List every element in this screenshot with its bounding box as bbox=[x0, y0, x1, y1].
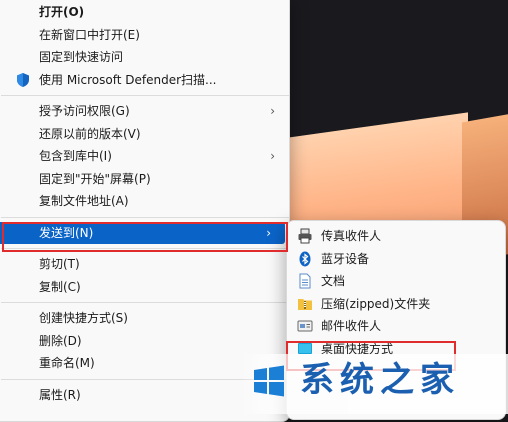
menu-item-label: 发送到(N) bbox=[39, 225, 94, 240]
send-to-mail-recipient[interactable]: 邮件收件人 bbox=[287, 315, 505, 338]
menu-item-delete[interactable]: 删除(D) bbox=[0, 330, 289, 353]
chevron-right-icon: › bbox=[270, 104, 275, 118]
menu-item-label: 打开(O) bbox=[39, 5, 85, 19]
send-to-bluetooth-device[interactable]: 蓝牙设备 bbox=[287, 248, 505, 271]
menu-item-label: 创建快捷方式(S) bbox=[39, 311, 128, 325]
menu-item-label: 属性(R) bbox=[39, 387, 81, 402]
submenu-item-label: 蓝牙设备 bbox=[321, 251, 370, 266]
windows-logo-icon bbox=[254, 365, 284, 397]
menu-item-label: 删除(D) bbox=[39, 333, 82, 348]
menu-item-label: 剪切(T) bbox=[39, 257, 80, 271]
menu-item-label: 授予访问权限(G) bbox=[39, 104, 130, 118]
chevron-right-icon: › bbox=[266, 225, 271, 240]
menu-item-label: 固定到"开始"屏幕(P) bbox=[39, 171, 151, 186]
menu-separator bbox=[1, 95, 289, 96]
send-to-documents[interactable]: 文档 bbox=[287, 270, 505, 293]
menu-item-pin-start[interactable]: 固定到"开始"屏幕(P) bbox=[0, 168, 289, 191]
menu-item-label: 固定到快速访问 bbox=[39, 50, 124, 64]
documents-folder-icon bbox=[299, 273, 311, 289]
menu-item-create-shortcut[interactable]: 创建快捷方式(S) bbox=[0, 307, 289, 330]
menu-item-copy-path[interactable]: 复制文件地址(A) bbox=[0, 190, 289, 213]
menu-item-send-to[interactable]: 发送到(N) › bbox=[0, 221, 285, 244]
menu-item-cut[interactable]: 剪切(T) bbox=[0, 253, 289, 276]
menu-separator bbox=[1, 216, 289, 218]
chevron-right-icon: › bbox=[270, 149, 275, 163]
zip-folder-icon bbox=[298, 298, 312, 310]
menu-item-label: 在新窗口中打开(E) bbox=[39, 27, 140, 42]
submenu-item-label: 传真收件人 bbox=[321, 229, 382, 243]
bluetooth-icon bbox=[299, 251, 311, 266]
menu-item-open[interactable]: 打开(O) bbox=[0, 1, 289, 24]
fax-printer-icon bbox=[298, 228, 312, 244]
send-to-fax-recipient[interactable]: 传真收件人 bbox=[287, 225, 505, 248]
menu-item-label: 使用 Microsoft Defender扫描... bbox=[39, 72, 217, 87]
menu-separator bbox=[1, 248, 289, 249]
submenu-item-label: 文档 bbox=[321, 274, 346, 288]
menu-item-label: 重命名(M) bbox=[39, 356, 95, 370]
menu-item-label: 复制(C) bbox=[39, 279, 81, 294]
watermark-text: 系统之家 bbox=[300, 360, 460, 400]
menu-item-defender-scan[interactable]: 使用 Microsoft Defender扫描... bbox=[0, 69, 289, 92]
menu-item-restore-versions[interactable]: 还原以前的版本(V) bbox=[0, 123, 289, 146]
menu-item-pin-quick-access[interactable]: 固定到快速访问 bbox=[0, 46, 289, 69]
defender-shield-icon bbox=[17, 72, 29, 87]
submenu-item-label: 压缩(zipped)文件夹 bbox=[321, 296, 431, 311]
menu-item-give-access[interactable]: 授予访问权限(G) › bbox=[0, 100, 289, 123]
menu-item-include-library[interactable]: 包含到库中(I) › bbox=[0, 145, 289, 168]
menu-item-label: 复制文件地址(A) bbox=[39, 194, 129, 208]
menu-item-label: 包含到库中(I) bbox=[39, 149, 112, 163]
mail-recipient-icon bbox=[297, 320, 313, 332]
submenu-item-label: 邮件收件人 bbox=[321, 319, 382, 333]
menu-item-copy[interactable]: 复制(C) bbox=[0, 276, 289, 299]
menu-separator bbox=[1, 302, 289, 303]
menu-item-open-new-window[interactable]: 在新窗口中打开(E) bbox=[0, 24, 289, 47]
menu-item-label: 还原以前的版本(V) bbox=[39, 126, 141, 141]
send-to-zip-folder[interactable]: 压缩(zipped)文件夹 bbox=[287, 293, 505, 316]
